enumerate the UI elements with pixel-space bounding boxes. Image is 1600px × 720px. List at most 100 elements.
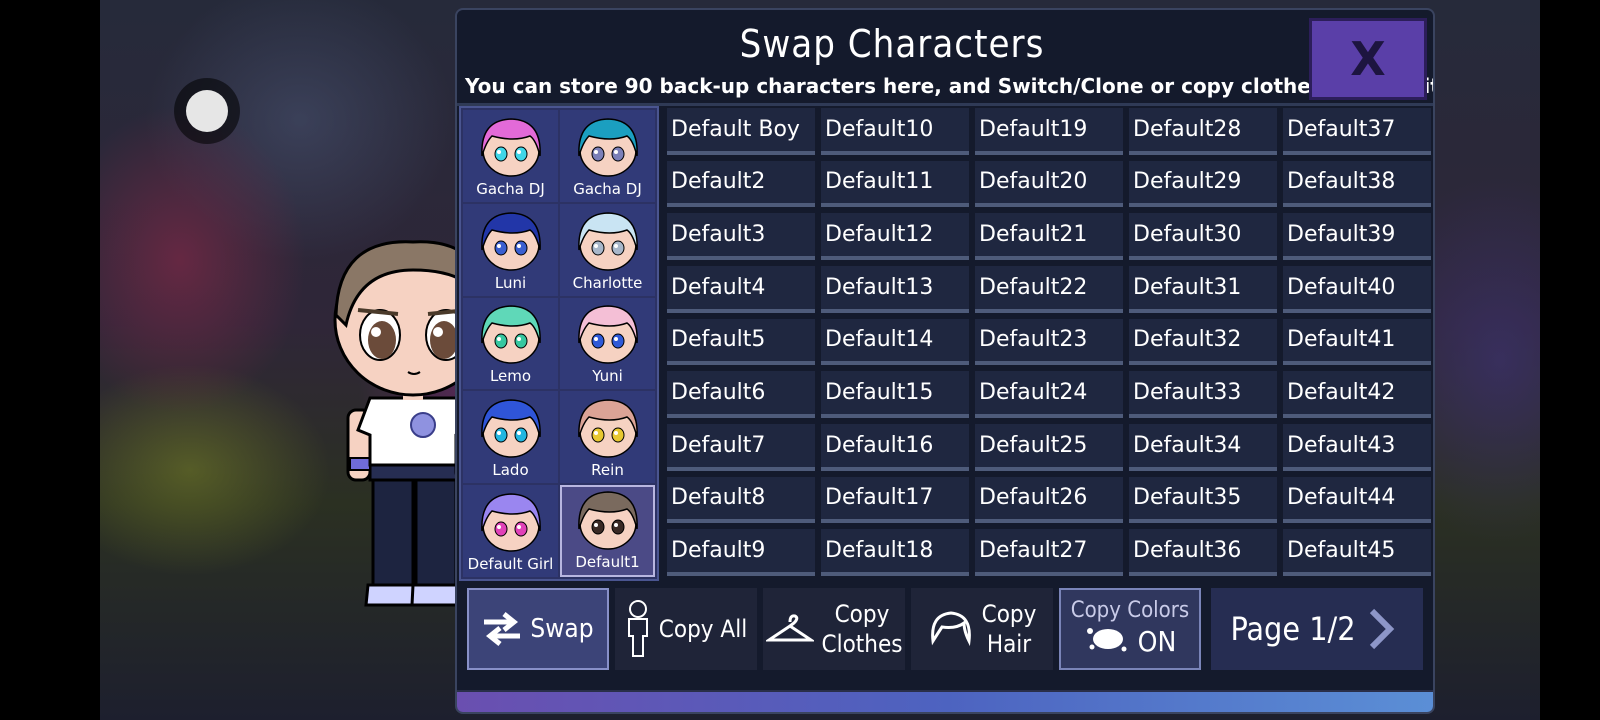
character-slot-name: Charlotte <box>572 273 643 292</box>
default-character-slot[interactable]: Default12 <box>821 213 969 260</box>
default-character-slot[interactable]: Default33 <box>1129 371 1277 418</box>
default-character-slot[interactable]: Default21 <box>975 213 1123 260</box>
default-character-slot[interactable]: Default20 <box>975 160 1123 208</box>
default-character-slot[interactable]: Default36 <box>1129 529 1277 576</box>
character-slot-name: Gacha DJ <box>573 179 642 198</box>
close-icon: X <box>1350 32 1386 86</box>
default-character-slot[interactable]: Default26 <box>975 476 1123 524</box>
swap-characters-panel: Swap Characters You can store 90 back-up… <box>455 8 1435 714</box>
chevron-right-icon <box>1366 607 1396 651</box>
default-character-slot[interactable]: Default44 <box>1283 476 1431 524</box>
default-character-slot[interactable]: Default37 <box>1283 108 1431 155</box>
character-slot[interactable]: Default Girl <box>463 485 558 577</box>
default-character-slot[interactable]: Default8 <box>667 476 815 524</box>
swap-arrows-icon <box>482 612 522 646</box>
default-character-slot[interactable]: Default30 <box>1129 213 1277 260</box>
character-slot-name: Default1 <box>575 553 640 571</box>
default-character-slot[interactable]: Default3 <box>667 213 815 260</box>
copy-clothes-label-2: Clothes <box>821 630 903 658</box>
floating-home-button[interactable] <box>186 90 228 132</box>
character-slot-name: Default Girl <box>467 555 554 573</box>
default-character-slot[interactable]: Default6 <box>667 371 815 418</box>
default-character-slot[interactable]: Default28 <box>1129 108 1277 155</box>
default-character-slot[interactable]: Default19 <box>975 108 1123 155</box>
panel-subtitle: You can store 90 back-up characters here… <box>465 74 1435 98</box>
screen-bezel-left <box>0 0 100 720</box>
character-slot[interactable]: Gacha DJ <box>560 110 655 202</box>
copy-all-button[interactable]: Copy All <box>615 588 757 670</box>
default-character-slot[interactable]: Default24 <box>975 371 1123 418</box>
default-character-slot[interactable]: Default42 <box>1283 371 1431 418</box>
default-character-slot[interactable]: Default11 <box>821 160 969 208</box>
copy-colors-toggle[interactable]: Copy Colors ON <box>1059 588 1201 670</box>
default-character-slot[interactable]: Default34 <box>1129 424 1277 471</box>
default-character-slot[interactable]: Default38 <box>1283 160 1431 208</box>
swap-label: Swap <box>530 614 594 644</box>
character-slot[interactable]: Charlotte <box>560 203 655 296</box>
character-slot[interactable]: Luni <box>463 203 558 296</box>
default-character-slot[interactable]: Default32 <box>1129 318 1277 366</box>
copy-hair-label-1: Copy <box>981 600 1037 628</box>
default-character-slot[interactable]: Default15 <box>821 371 969 418</box>
character-slot[interactable]: Lado <box>463 391 558 484</box>
default-character-slot[interactable]: Default40 <box>1283 266 1431 313</box>
character-portrait-icon <box>480 118 541 177</box>
character-slot[interactable]: Default1 <box>560 485 655 577</box>
body-outline-icon <box>625 600 651 658</box>
default-character-slot[interactable]: Default Boy <box>667 108 815 155</box>
character-portrait-icon <box>577 211 638 271</box>
close-button[interactable]: X <box>1309 18 1427 100</box>
swap-button[interactable]: Swap <box>467 588 609 670</box>
character-portrait-icon <box>480 211 541 271</box>
character-slot-name: Yuni <box>592 367 623 386</box>
character-portrait-icon <box>480 493 541 552</box>
default-character-slot[interactable]: Default25 <box>975 424 1123 471</box>
default-character-slot[interactable]: Default16 <box>821 424 969 471</box>
copy-clothes-label-1: Copy <box>834 600 890 628</box>
panel-title: Swap Characters <box>739 22 1045 66</box>
copy-hair-label-2: Hair <box>986 630 1032 658</box>
character-portrait-icon <box>480 305 541 365</box>
copy-all-label: Copy All <box>658 615 748 643</box>
character-slot-name: Luni <box>494 273 527 292</box>
default-character-slot[interactable]: Default13 <box>821 266 969 313</box>
default-character-slot[interactable]: Default41 <box>1283 318 1431 366</box>
copy-clothes-button[interactable]: Copy Clothes <box>763 588 905 670</box>
default-character-slot[interactable]: Default10 <box>821 108 969 155</box>
default-character-slot[interactable]: Default22 <box>975 266 1123 313</box>
copy-hair-button[interactable]: Copy Hair <box>911 588 1053 670</box>
character-slot-name: Gacha DJ <box>476 179 545 198</box>
default-character-slot[interactable]: Default43 <box>1283 424 1431 471</box>
hanger-icon <box>765 612 814 646</box>
default-character-slot[interactable]: Default18 <box>821 529 969 576</box>
character-slot-name: Lado <box>492 461 529 480</box>
default-character-slot[interactable]: Default39 <box>1283 213 1431 260</box>
default-character-slot[interactable]: Default4 <box>667 266 815 313</box>
hair-icon <box>928 609 974 649</box>
default-character-slot[interactable]: Default2 <box>667 160 815 208</box>
page-indicator: Page 1/2 <box>1230 610 1356 648</box>
page-next-button[interactable]: Page 1/2 <box>1211 588 1423 670</box>
default-character-slot[interactable]: Default27 <box>975 529 1123 576</box>
default-character-slot[interactable]: Default35 <box>1129 476 1277 524</box>
default-character-slot[interactable]: Default7 <box>667 424 815 471</box>
default-character-slot[interactable]: Default17 <box>821 476 969 524</box>
character-slot[interactable]: Gacha DJ <box>463 110 558 202</box>
character-portrait-icon <box>577 118 638 177</box>
screen-bezel-right <box>1540 0 1600 720</box>
default-character-slot[interactable]: Default5 <box>667 318 815 366</box>
character-slot[interactable]: Lemo <box>463 297 558 390</box>
character-slot-name: Rein <box>591 461 624 480</box>
default-character-slot[interactable]: Default45 <box>1283 529 1431 576</box>
copy-colors-label: Copy Colors <box>1070 598 1190 623</box>
default-character-slot[interactable]: Default23 <box>975 318 1123 366</box>
default-character-slot[interactable]: Default31 <box>1129 266 1277 313</box>
character-slot-name: Lemo <box>489 367 532 386</box>
character-slot[interactable]: Yuni <box>560 297 655 390</box>
default-character-slot[interactable]: Default9 <box>667 529 815 576</box>
default-character-slot[interactable]: Default29 <box>1129 160 1277 208</box>
character-slot-list: Gacha DJ Gacha DJ Luni Charlotte Lemo Yuni Lad… <box>459 106 659 581</box>
default-character-slot[interactable]: Default14 <box>821 318 969 366</box>
default-character-grid: Default Boy Default10 Default19 Default28 De… <box>667 108 1431 576</box>
character-slot[interactable]: Rein <box>560 391 655 484</box>
